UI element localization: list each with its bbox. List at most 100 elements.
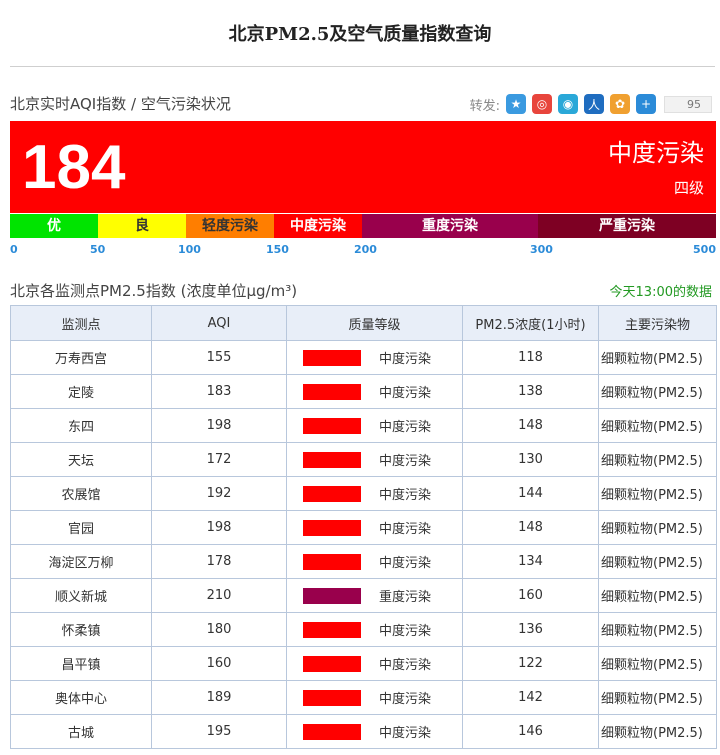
station-aqi: 172 [151, 442, 287, 477]
table-row: 怀柔镇 180 中度污染 136 细颗粒物(PM2.5) [10, 612, 717, 647]
table-row: 万寿西宫 155 中度污染 118 细颗粒物(PM2.5) [10, 340, 717, 375]
station-level: 中度污染 [379, 522, 432, 537]
level-color-swatch [303, 485, 361, 502]
scale-segment: 中度污染 [274, 214, 362, 238]
station-level-cell: 中度污染 [286, 544, 463, 579]
station-name: 定陵 [10, 374, 152, 409]
scale-tick: 50 [90, 243, 106, 256]
station-pm25: 148 [462, 408, 599, 443]
scale-segment: 轻度污染 [186, 214, 274, 238]
station-pollutant: 细颗粒物(PM2.5) [598, 476, 717, 511]
station-level-cell: 中度污染 [286, 680, 463, 715]
station-name: 官园 [10, 510, 152, 545]
level-color-swatch [303, 621, 361, 638]
station-name: 顺义新城 [10, 578, 152, 613]
station-level-cell: 重度污染 [286, 578, 463, 613]
station-name: 东四 [10, 408, 152, 443]
weibo-icon[interactable]: ◎ [532, 94, 552, 114]
table-header-row: 监测点 AQI 质量等级 PM2.5浓度(1小时) 主要污染物 [10, 305, 717, 341]
table-row: 海淀区万柳 178 中度污染 134 细颗粒物(PM2.5) [10, 544, 717, 579]
station-aqi: 189 [151, 680, 287, 715]
stations-table: 监测点 AQI 质量等级 PM2.5浓度(1小时) 主要污染物 万寿西宫 155 中… [10, 305, 717, 749]
station-level-cell: 中度污染 [286, 714, 463, 749]
aqi-level: 中度污染 [608, 139, 704, 167]
station-level: 中度污染 [379, 556, 432, 571]
station-level: 中度污染 [379, 658, 432, 673]
more-share-icon[interactable]: + [636, 94, 656, 114]
station-pollutant: 细颗粒物(PM2.5) [598, 646, 717, 681]
station-pm25: 118 [462, 340, 599, 375]
station-pm25: 136 [462, 612, 599, 647]
station-name: 海淀区万柳 [10, 544, 152, 579]
station-aqi: 180 [151, 612, 287, 647]
page-title: 北京PM2.5及空气质量指数查询 [228, 24, 492, 45]
station-aqi: 198 [151, 408, 287, 443]
station-pollutant: 细颗粒物(PM2.5) [598, 680, 717, 715]
table-row: 官园 198 中度污染 148 细颗粒物(PM2.5) [10, 510, 717, 545]
update-time: 今天13:00的数据 [609, 285, 712, 300]
station-level-cell: 中度污染 [286, 408, 463, 443]
level-color-swatch [303, 451, 361, 468]
renren-icon[interactable]: 人 [584, 94, 604, 114]
station-aqi: 195 [151, 714, 287, 749]
col-header-level: 质量等级 [286, 305, 463, 341]
station-pm25: 138 [462, 374, 599, 409]
level-color-swatch [303, 587, 361, 604]
station-name: 昌平镇 [10, 646, 152, 681]
station-aqi: 192 [151, 476, 287, 511]
station-pollutant: 细颗粒物(PM2.5) [598, 510, 717, 545]
station-pm25: 130 [462, 442, 599, 477]
station-pm25: 122 [462, 646, 599, 681]
table-row: 古城 195 中度污染 146 细颗粒物(PM2.5) [10, 714, 717, 749]
table-row: 定陵 183 中度污染 138 细颗粒物(PM2.5) [10, 374, 717, 409]
realtime-heading: 北京实时AQI指数 / 空气污染状况 [10, 95, 231, 113]
pengyou-icon[interactable]: ✿ [610, 94, 630, 114]
station-level: 中度污染 [379, 624, 432, 639]
table-body: 万寿西宫 155 中度污染 118 细颗粒物(PM2.5) 定陵 183 中度污染 138 细颗粒… [10, 340, 717, 749]
table-row: 顺义新城 210 重度污染 160 细颗粒物(PM2.5) [10, 578, 717, 613]
qzone-icon[interactable]: ★ [506, 94, 526, 114]
station-name: 奥体中心 [10, 680, 152, 715]
station-name: 怀柔镇 [10, 612, 152, 647]
station-level-cell: 中度污染 [286, 374, 463, 409]
scale-segment: 重度污染 [362, 214, 538, 238]
table-row: 奥体中心 189 中度污染 142 细颗粒物(PM2.5) [10, 680, 717, 715]
station-pollutant: 细颗粒物(PM2.5) [598, 612, 717, 647]
station-level-cell: 中度污染 [286, 340, 463, 375]
level-color-swatch [303, 519, 361, 536]
station-level-cell: 中度污染 [286, 612, 463, 647]
tencent-weibo-icon[interactable]: ◉ [558, 94, 578, 114]
aqi-scale-bar: 优良轻度污染 中度污染 重度污染 严重污染 [10, 214, 716, 238]
scale-tick: 200 [354, 243, 377, 256]
station-level-cell: 中度污染 [286, 476, 463, 511]
col-header-pollutant: 主要污染物 [598, 305, 717, 341]
station-level: 中度污染 [379, 692, 432, 707]
station-aqi: 183 [151, 374, 287, 409]
station-level-cell: 中度污染 [286, 442, 463, 477]
level-color-swatch [303, 723, 361, 740]
scale-tick: 100 [178, 243, 201, 256]
level-color-swatch [303, 417, 361, 434]
station-level: 重度污染 [379, 590, 432, 605]
aqi-scale-ticks: 0 50 100 150 200 300 500 [10, 243, 716, 257]
level-color-swatch [303, 383, 361, 400]
level-color-swatch [303, 553, 361, 570]
table-row: 昌平镇 160 中度污染 122 细颗粒物(PM2.5) [10, 646, 717, 681]
station-pm25: 160 [462, 578, 599, 613]
station-name: 古城 [10, 714, 152, 749]
scale-tick: 150 [266, 243, 289, 256]
table-row: 农展馆 192 中度污染 144 细颗粒物(PM2.5) [10, 476, 717, 511]
station-aqi: 155 [151, 340, 287, 375]
col-header-aqi: AQI [151, 305, 287, 341]
station-name: 农展馆 [10, 476, 152, 511]
station-aqi: 210 [151, 578, 287, 613]
station-pollutant: 细颗粒物(PM2.5) [598, 442, 717, 477]
station-level: 中度污染 [379, 726, 432, 741]
aqi-panel: 184 中度污染 四级 [10, 121, 716, 213]
share-count[interactable]: 95 [664, 95, 712, 113]
station-level: 中度污染 [379, 352, 432, 367]
station-level: 中度污染 [379, 488, 432, 503]
station-level: 中度污染 [379, 420, 432, 435]
scale-segment: 良 [98, 214, 186, 238]
station-name: 万寿西宫 [10, 340, 152, 375]
